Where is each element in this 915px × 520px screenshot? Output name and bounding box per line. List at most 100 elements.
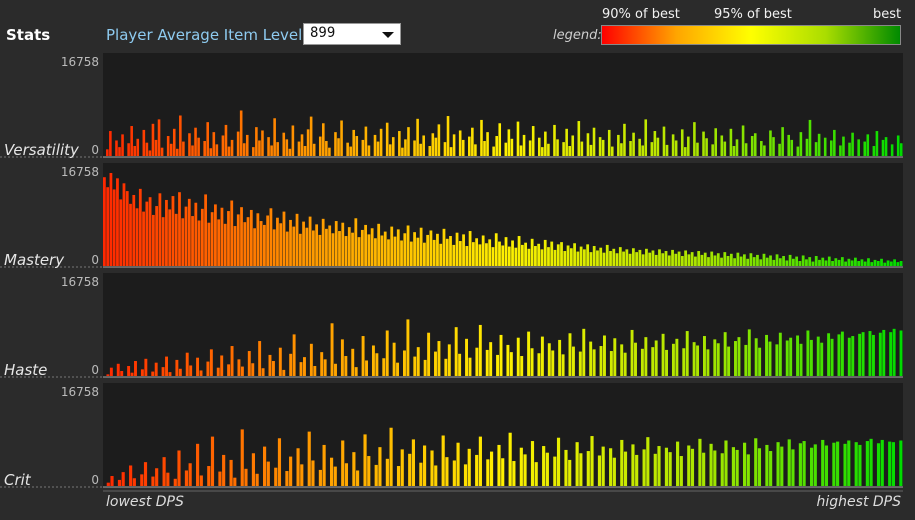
- bar: [109, 173, 113, 266]
- bar: [354, 367, 358, 376]
- bar: [393, 236, 397, 266]
- bar: [778, 258, 782, 266]
- bar: [278, 347, 282, 376]
- bar: [562, 142, 565, 156]
- bar: [823, 137, 827, 156]
- bar: [230, 200, 234, 266]
- bar: [830, 338, 834, 376]
- bar: [568, 146, 571, 156]
- bar: [207, 466, 211, 486]
- bar: [361, 139, 365, 156]
- bar: [778, 332, 782, 376]
- bar: [240, 429, 244, 486]
- bar: [609, 351, 613, 376]
- bar: [899, 330, 903, 376]
- bar: [544, 131, 547, 156]
- bar: [869, 438, 873, 486]
- bar: [322, 123, 325, 156]
- bar: [396, 229, 400, 266]
- bar: [404, 139, 407, 156]
- bar: [441, 435, 445, 486]
- bar: [758, 347, 762, 376]
- bar: [187, 198, 191, 266]
- bar: [805, 138, 809, 156]
- bar: [236, 214, 240, 266]
- bar: [481, 235, 485, 266]
- bar: [387, 239, 390, 266]
- bar: [407, 127, 410, 156]
- bar: [716, 343, 720, 376]
- y-max-label: 16758: [61, 385, 99, 399]
- bar: [564, 449, 568, 486]
- legend-gradient: [601, 25, 901, 45]
- bar: [274, 467, 278, 486]
- bar: [245, 134, 249, 156]
- page-title: Stats: [6, 26, 51, 44]
- bar: [121, 472, 125, 486]
- bar: [434, 465, 438, 486]
- bar: [519, 145, 523, 156]
- bar: [442, 228, 446, 266]
- bar: [436, 233, 439, 266]
- bar: [302, 221, 305, 266]
- bar: [573, 243, 576, 266]
- bar: [756, 254, 759, 266]
- bar: [576, 251, 580, 266]
- bar: [847, 258, 851, 266]
- bar: [465, 338, 468, 376]
- bar: [429, 230, 433, 266]
- bar: [344, 463, 349, 486]
- bar: [209, 148, 213, 156]
- bar: [517, 236, 521, 266]
- bar: [857, 261, 861, 266]
- bar: [413, 140, 416, 156]
- bar: [328, 225, 332, 266]
- bar: [427, 332, 431, 376]
- bar: [252, 147, 255, 156]
- bar: [360, 229, 364, 266]
- bar: [485, 349, 489, 376]
- bar: [220, 207, 224, 266]
- bar: [255, 127, 258, 156]
- bar: [468, 357, 472, 376]
- bar: [827, 256, 831, 266]
- bar: [178, 192, 181, 266]
- stats-chart: 16758 0 Versatility 16758 0 Mastery 16758 0 Hast…: [0, 53, 903, 492]
- bar: [556, 244, 560, 266]
- item-level-select[interactable]: 899: [303, 23, 401, 45]
- bar: [620, 439, 624, 486]
- bar: [661, 333, 665, 376]
- bar: [166, 136, 170, 156]
- bar: [534, 462, 538, 486]
- bar: [182, 141, 185, 156]
- bar: [160, 147, 164, 156]
- bar: [847, 440, 851, 486]
- y-max-label: 16758: [61, 275, 99, 289]
- bar: [677, 251, 681, 266]
- bar: [634, 342, 637, 376]
- bar: [478, 244, 482, 266]
- bar: [406, 225, 410, 266]
- bar: [194, 202, 198, 266]
- bar: [292, 226, 296, 266]
- bar: [115, 140, 118, 156]
- bar: [176, 148, 179, 156]
- bar: [571, 135, 575, 156]
- bar: [110, 476, 114, 486]
- bar: [583, 249, 586, 266]
- bar: [675, 338, 679, 376]
- bar: [733, 258, 736, 266]
- bar: [220, 355, 224, 376]
- bar: [330, 323, 334, 376]
- bar: [129, 203, 132, 266]
- bar: [553, 249, 557, 266]
- bar: [620, 143, 623, 156]
- bar: [237, 359, 241, 376]
- bar: [601, 139, 605, 156]
- bar: [239, 110, 243, 156]
- bar: [212, 132, 216, 156]
- bar: [896, 135, 900, 156]
- bar: [269, 208, 273, 266]
- bar: [489, 451, 494, 486]
- bar: [883, 262, 887, 266]
